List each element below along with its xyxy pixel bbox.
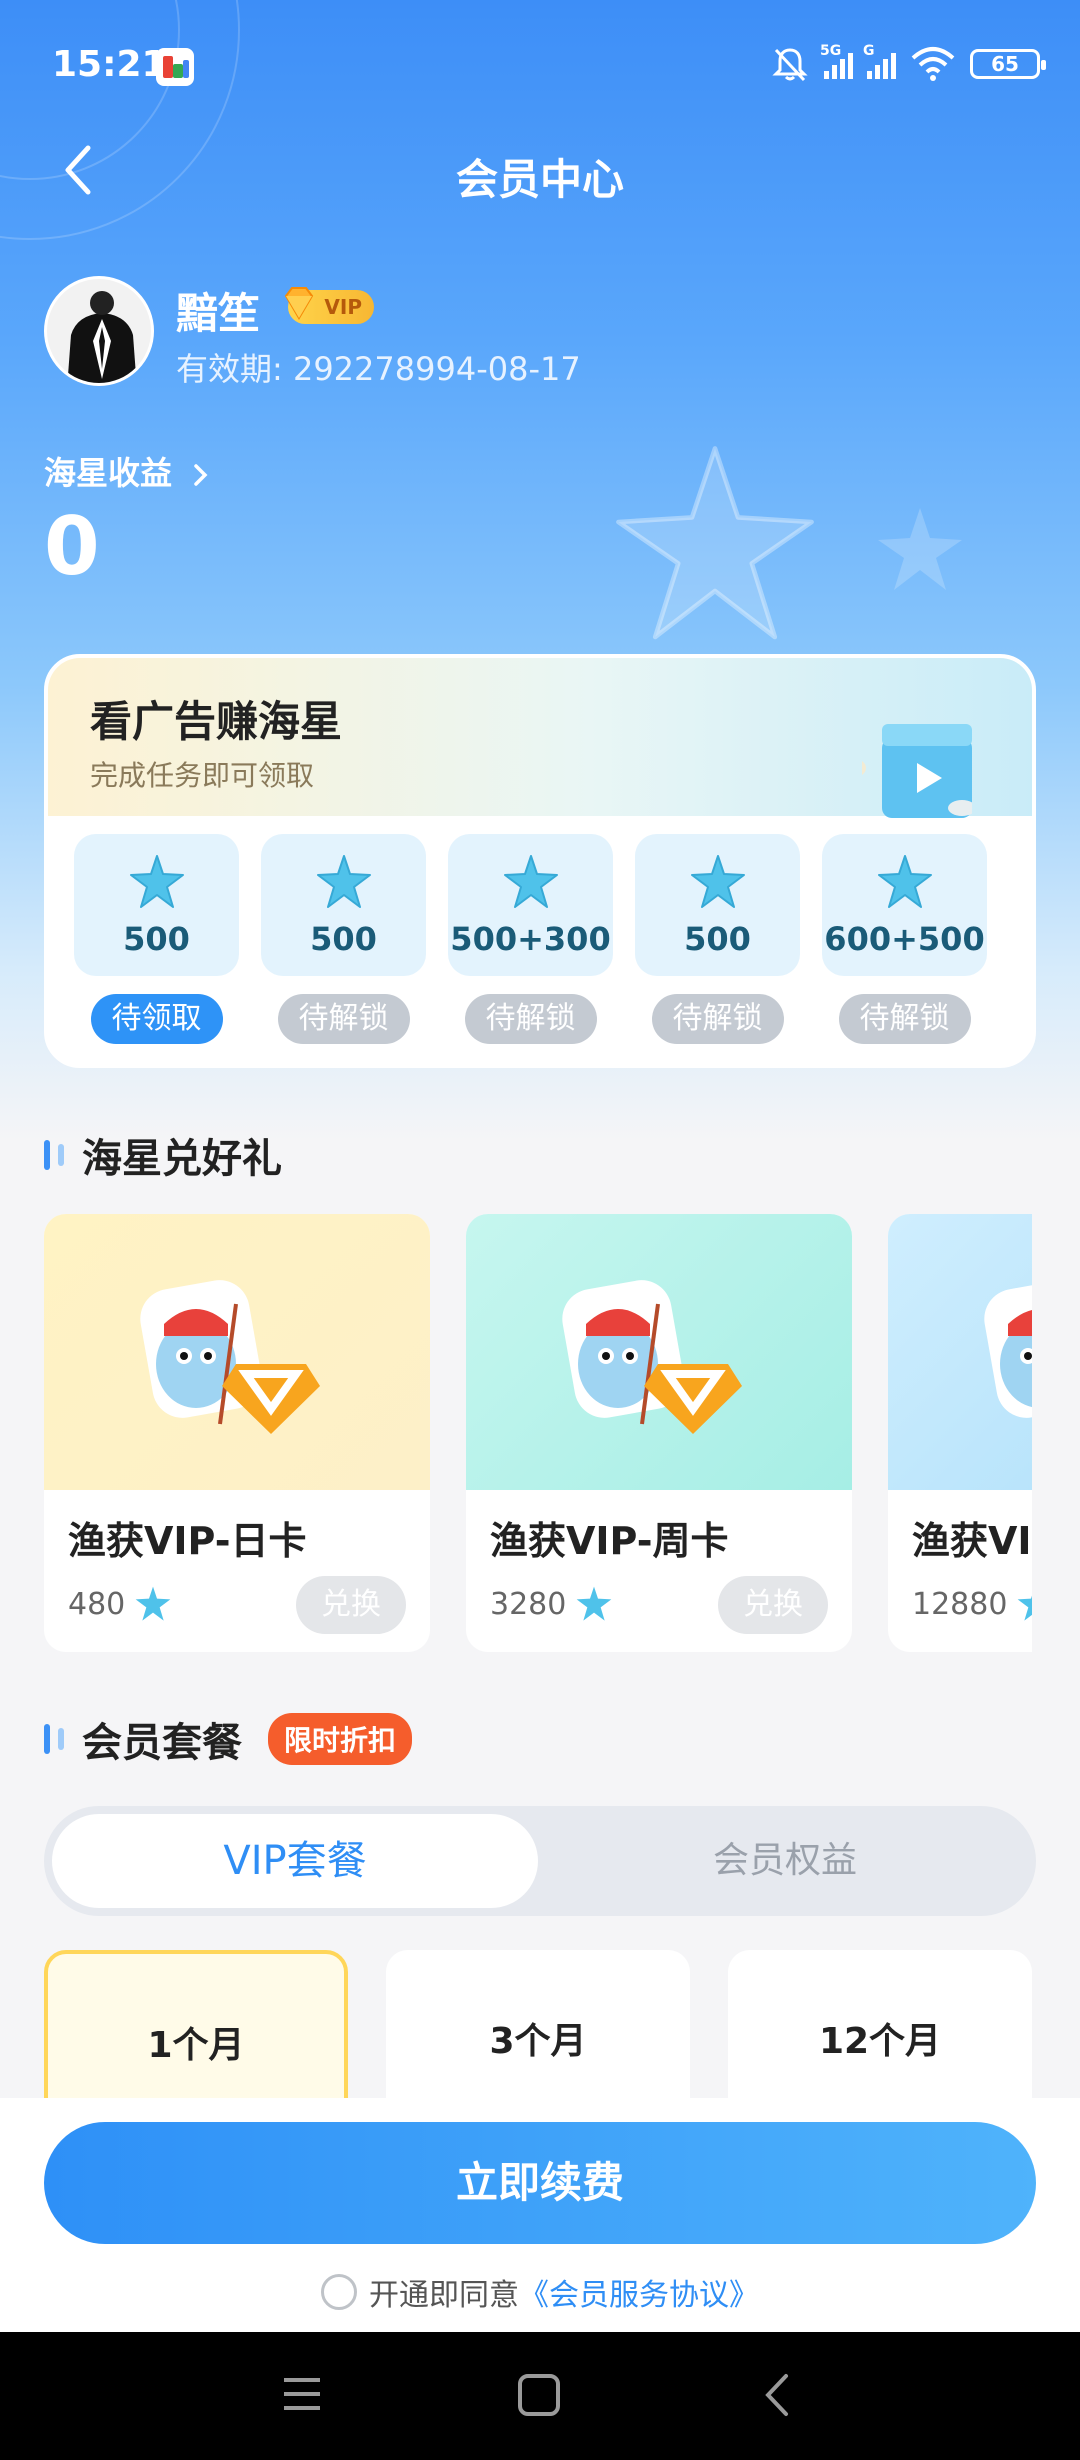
starfish-icon [1018,1596,1032,1621]
mascot-vip-icon [984,1280,1032,1418]
renew-button[interactable]: 立即续费 [44,2122,1036,2244]
bottom-bar: 立即续费 开通即同意 《会员服务协议》 [0,2098,1080,2332]
starfish-icon [503,855,558,908]
mute-bell-icon [772,48,808,82]
starfish-icon [877,855,932,908]
claim-button[interactable]: 待领取 [90,994,223,1044]
income-label: 海星收益 [44,454,173,492]
task-item: 500 待领取 [74,834,239,1044]
starfish-icon [577,1586,612,1621]
validity-date: 有效期: 292278994-08-17 [176,350,581,388]
avatar[interactable] [44,276,154,386]
app-notification-icon [156,48,194,86]
chevron-right-icon [194,464,208,486]
wifi-icon [911,47,955,81]
mascot-vip-icon [562,1280,742,1434]
page-title: 会员中心 [455,155,624,204]
starfish-decoration-icon [616,446,814,640]
income-value: 0 [44,500,100,593]
gifts-title: 海星兑好礼 [82,1136,282,1182]
agreement-text: 开通即同意 [369,2278,519,2313]
gift-name: 渔获VIP-月卡 [912,1519,1032,1563]
ad-card-subtitle: 完成任务即可领取 [90,759,315,792]
gift-card[interactable]: 渔获VIP-周卡 3280 兑换 [466,1214,852,1652]
system-nav-bar [0,2332,1080,2460]
gift-price: 12880 [912,1584,1032,1624]
ad-card-title: 看广告赚海星 [90,697,343,746]
mascot-vip-icon [140,1280,320,1434]
gift-list: 渔获VIP-日卡 480 兑换 渔获VIP-周卡 3280 兑换 渔获VI 12… [44,1214,1032,1652]
task-reward: 600+500 [824,920,985,958]
nav-back-icon[interactable] [760,2372,794,2418]
home-icon[interactable] [516,2372,562,2418]
unlock-button[interactable]: 待解锁 [464,994,597,1044]
unlock-button[interactable]: 待解锁 [651,994,784,1044]
ad-task-card: 看广告赚海星 完成任务即可领取 500 待领取 500 待解锁 500+300 … [44,654,1036,1068]
agreement-row: 开通即同意 《会员服务协议》 [0,2270,1080,2314]
user-name: 黯笙 [176,289,261,338]
plans-title: 会员套餐 [82,1720,242,1766]
agreement-link[interactable]: 《会员服务协议》 [519,2270,759,2314]
starfish-income-link[interactable]: 海星收益 [44,448,213,494]
task-item: 500 待解锁 [261,834,426,1044]
gift-card[interactable]: 渔获VIP-月卡 12880 [888,1214,1032,1652]
unlock-button[interactable]: 待解锁 [838,994,971,1044]
task-reward: 500+300 [450,920,611,958]
task-item: 600+500 待解锁 [822,834,987,1044]
gift-price: 480 [68,1584,173,1624]
signal-g-icon: G [863,43,896,79]
gift-card[interactable]: 渔获VIP-日卡 480 兑换 [44,1214,430,1652]
vip-badge: VIP [284,287,374,324]
gifts-section-title: 海星兑好礼 [44,1126,282,1184]
diamond-icon [284,287,314,320]
task-item: 500 待解锁 [635,834,800,1044]
status-time: 15:21 [52,44,167,85]
clapperboard-icon [862,724,972,818]
plan-tabs: VIP套餐 会员权益 [44,1806,1036,1916]
menu-icon[interactable] [280,2374,324,2414]
plans-section-title: 会员套餐 限时折扣 [44,1710,413,1768]
ad-card-header: 看广告赚海星 完成任务即可领取 [48,658,1032,818]
starfish-icon [135,1586,171,1621]
battery-icon: 65 [970,49,1046,79]
gift-price: 3280 [490,1584,614,1624]
task-reward: 500 [684,920,751,958]
small-starfish-decoration-icon [878,508,962,590]
gift-name: 渔获VIP-日卡 [68,1519,307,1563]
starfish-icon [316,855,371,908]
starfish-icon [690,855,745,908]
tab-member-benefits[interactable]: 会员权益 [542,1814,1028,1908]
vip-badge-label: VIP [324,295,362,319]
redeem-button[interactable]: 兑换 [718,1576,828,1634]
tab-vip-package[interactable]: VIP套餐 [52,1814,538,1908]
task-list: 500 待领取 500 待解锁 500+300 待解锁 500 待解锁 600+… [74,834,987,1044]
starfish-icon [129,855,184,908]
task-reward: 500 [310,920,377,958]
discount-badge: 限时折扣 [268,1713,413,1765]
agreement-checkbox[interactable] [321,2274,357,2310]
gift-name: 渔获VIP-周卡 [490,1519,729,1563]
task-item: 500+300 待解锁 [448,834,613,1044]
redeem-button[interactable]: 兑换 [296,1576,406,1634]
status-bar: 15:21 5G G 65 [0,0,1080,130]
unlock-button[interactable]: 待解锁 [277,994,410,1044]
task-reward: 500 [123,920,190,958]
signal-5g-icon: 5G [820,43,853,79]
